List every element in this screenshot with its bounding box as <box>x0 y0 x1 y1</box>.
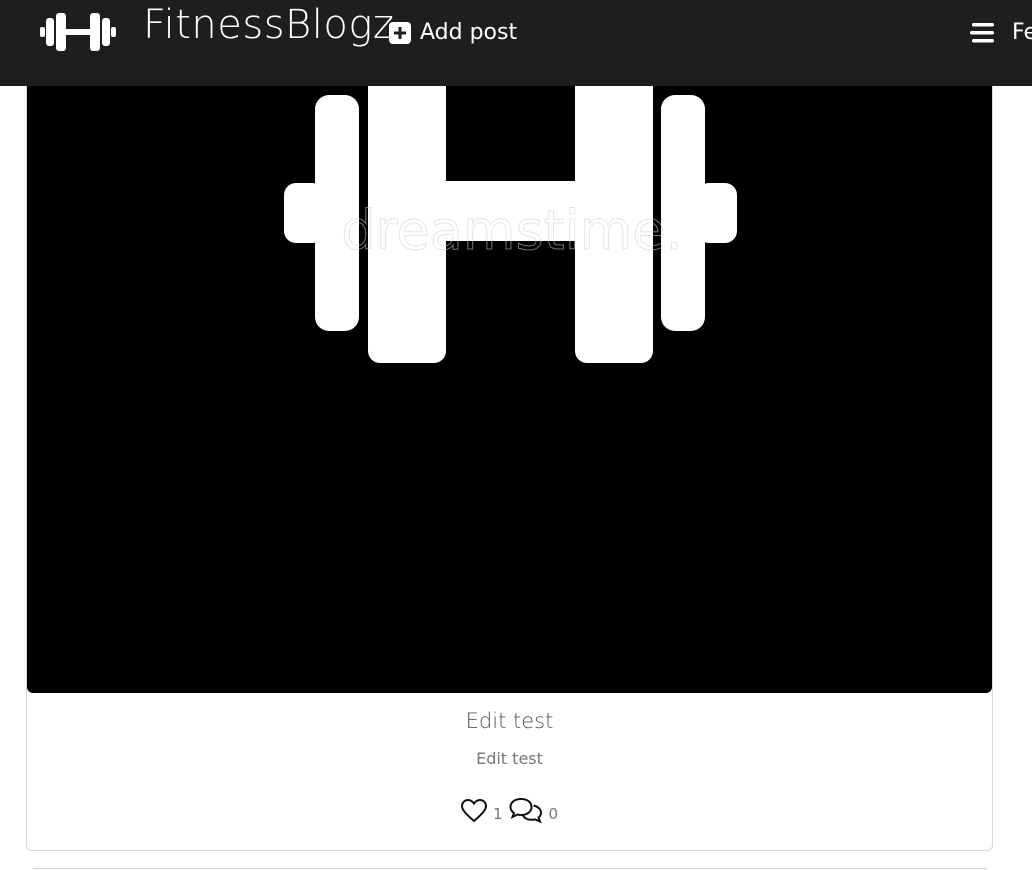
like-count: 1 <box>492 805 503 823</box>
brand-name[interactable]: FitnessBlogz <box>143 2 394 48</box>
comment-count: 0 <box>548 805 559 823</box>
comments-icon <box>508 797 542 823</box>
menu-toggle[interactable]: Fe <box>970 20 1032 45</box>
post-body: Edit test <box>476 749 543 768</box>
heart-icon <box>460 799 487 823</box>
dumbbell-icon[interactable] <box>40 10 116 54</box>
post-divider <box>33 868 987 869</box>
add-post-link[interactable]: Add post <box>389 20 517 45</box>
add-post-label: Add post <box>420 20 518 45</box>
post-title[interactable]: Edit test <box>27 709 992 733</box>
dumbbell-illustration: dreamstime. <box>284 51 737 363</box>
image-watermark: dreamstime. <box>341 199 683 262</box>
menu-label: Fe <box>1012 20 1032 45</box>
top-navbar: FitnessBlogz Add post Fe <box>0 0 1032 86</box>
bars-icon <box>970 22 994 42</box>
post-actions: 1 0 <box>27 797 992 823</box>
plus-square-icon <box>389 21 411 44</box>
like-button[interactable]: 1 <box>460 799 503 823</box>
post-image[interactable]: dreamstime. <box>27 31 992 693</box>
post-card: dreamstime. Edit test Edit test 1 0 <box>26 30 993 851</box>
comment-button[interactable]: 0 <box>508 797 559 823</box>
